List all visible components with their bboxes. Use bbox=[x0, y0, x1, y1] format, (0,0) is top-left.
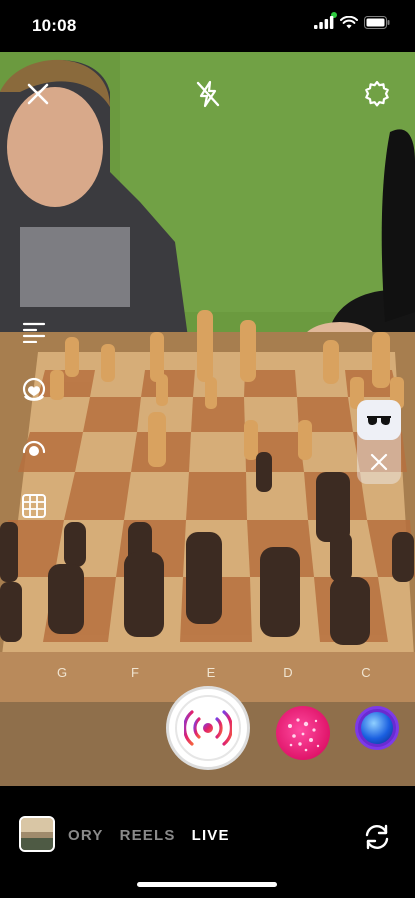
mode-story[interactable]: ORY bbox=[68, 827, 104, 844]
sticker-button[interactable] bbox=[18, 374, 50, 406]
go-live-shutter-button[interactable] bbox=[166, 686, 250, 770]
text-align-icon bbox=[22, 322, 46, 343]
file-label-d: D bbox=[283, 665, 292, 680]
glasses-icon bbox=[367, 416, 391, 425]
create-text-button[interactable] bbox=[18, 316, 50, 348]
mode-reels[interactable]: REELS bbox=[120, 827, 176, 844]
sparkle-effect-icon bbox=[288, 718, 320, 752]
flash-off-icon bbox=[196, 80, 220, 108]
dismiss-effect-button[interactable] bbox=[357, 442, 401, 482]
battery-icon bbox=[364, 16, 390, 29]
blue-orb-effect-icon bbox=[361, 712, 393, 744]
close-icon bbox=[27, 83, 49, 105]
camera-mode-selector: ORY REELS LIVE bbox=[68, 827, 230, 844]
touch-up-button[interactable] bbox=[18, 432, 50, 464]
gallery-thumbnail-button[interactable] bbox=[19, 816, 55, 852]
close-camera-button[interactable] bbox=[20, 76, 56, 112]
home-indicator[interactable] bbox=[137, 882, 277, 887]
sticker-icon bbox=[22, 377, 46, 401]
mode-live[interactable]: LIVE bbox=[192, 827, 230, 844]
shutter-inner bbox=[175, 695, 241, 761]
glasses-effect-button[interactable] bbox=[357, 400, 401, 440]
flip-camera-icon bbox=[365, 824, 389, 850]
file-label-f: F bbox=[131, 665, 139, 680]
effect-option-panel bbox=[357, 400, 401, 484]
layout-button[interactable] bbox=[18, 490, 50, 522]
flip-camera-button[interactable] bbox=[358, 818, 396, 856]
gallery-preview-image bbox=[21, 818, 53, 850]
status-icons bbox=[314, 16, 391, 29]
camera-preview-image: G F E D C bbox=[0, 52, 415, 786]
cellular-signal-icon bbox=[314, 16, 334, 29]
touch-up-icon bbox=[22, 440, 46, 456]
close-icon bbox=[370, 453, 388, 471]
bottom-mode-bar: ORY REELS LIVE bbox=[0, 786, 415, 898]
creative-tools-bar bbox=[18, 316, 50, 522]
flash-toggle-button[interactable] bbox=[190, 76, 226, 112]
sparkle-effect-button[interactable] bbox=[276, 706, 330, 760]
status-bar: 10:08 bbox=[0, 0, 415, 52]
file-label-e: E bbox=[207, 665, 216, 680]
camera-viewfinder[interactable]: G F E D C bbox=[0, 52, 415, 786]
blue-effect-button[interactable] bbox=[355, 706, 399, 750]
file-label-g: G bbox=[57, 665, 67, 680]
camera-settings-button[interactable] bbox=[359, 76, 395, 112]
live-broadcast-icon bbox=[184, 710, 232, 746]
wifi-icon bbox=[340, 16, 358, 29]
status-time: 10:08 bbox=[32, 16, 77, 35]
layout-icon bbox=[22, 494, 46, 518]
file-label-c: C bbox=[361, 665, 370, 680]
gear-icon bbox=[365, 80, 389, 107]
